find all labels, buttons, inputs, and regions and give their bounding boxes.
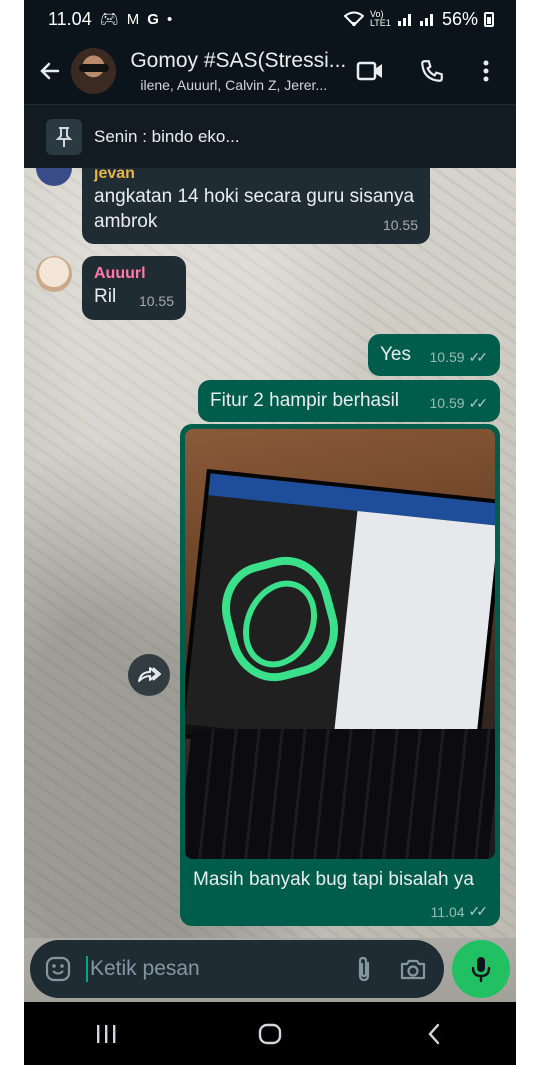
signal-icon-2 (419, 14, 433, 26)
gmail-icon: M (126, 10, 140, 28)
read-receipt-icon: ✓✓ (468, 395, 489, 411)
wifi-icon (343, 11, 364, 27)
message-text: angkatan 14 hoki secara guru sisanya amb… (94, 186, 415, 232)
photo-keyboard (185, 729, 495, 859)
google-icon: G (147, 10, 159, 28)
read-receipt-icon: ✓✓ (468, 903, 489, 919)
group-avatar[interactable] (71, 48, 117, 94)
message-composer (24, 938, 516, 1002)
message-bubble[interactable]: jevan angkatan 14 hoki secara guru sisan… (82, 168, 430, 244)
chat-title: Gomoy #SAS(Stressi... (130, 49, 347, 72)
chat-header: Gomoy #SAS(Stressi... ilene, Auuurl, Cal… (24, 38, 516, 104)
more-vert-icon[interactable] (476, 53, 496, 89)
status-bar: 11.04 🎮︎ M G • Vo) LTE1 56% (24, 0, 516, 38)
arrow-left-icon[interactable] (30, 51, 69, 91)
message-bubble[interactable]: Yes 10.59 ✓✓ (368, 334, 500, 376)
back-nav-icon[interactable] (404, 1009, 464, 1059)
message-sender[interactable]: Auuurl (94, 264, 174, 284)
forward-icon[interactable] (128, 654, 170, 696)
pinned-message-bar[interactable]: Senin : bindo eko... (24, 104, 516, 168)
mic-icon[interactable] (452, 940, 510, 998)
volte-label: Vo) LTE1 (369, 9, 391, 28)
message-time: 10.55 (382, 217, 418, 233)
chat-participants: ilene, Auuurl, Calvin Z, Jerer... (140, 77, 328, 93)
home-icon[interactable] (240, 1009, 300, 1059)
phone-icon[interactable] (414, 53, 450, 89)
emoji-icon[interactable] (44, 955, 72, 983)
gamepad-icon: 🎮︎ (99, 11, 119, 28)
message-photo[interactable] (185, 429, 495, 859)
message-bubble[interactable]: Auuurl Ril 10.55 (82, 256, 186, 320)
read-receipt-icon: ✓✓ (468, 349, 489, 365)
message-bubble[interactable]: Fitur 2 hampir berhasil 10.59 ✓✓ (198, 380, 500, 422)
status-time: 11.04 (48, 8, 92, 29)
video-call-icon[interactable] (352, 53, 388, 89)
sender-avatar-auuurl[interactable] (36, 256, 72, 292)
message-time: 10.59 (429, 349, 465, 365)
phone-screen: 11.04 🎮︎ M G • Vo) LTE1 56% Gomoy #SAS(S… (24, 0, 516, 1065)
image-message[interactable]: Masih banyak bug tapi bisalah ya 11.04 ✓… (180, 424, 500, 926)
text-cursor (86, 956, 88, 982)
message-input-pill[interactable] (30, 940, 444, 998)
recent-apps-icon[interactable] (76, 1009, 136, 1059)
camera-icon[interactable] (398, 955, 428, 983)
chat-area[interactable]: jevan angkatan 14 hoki secara guru sisan… (24, 168, 516, 938)
pinned-message-text: Senin : bindo eko... (94, 126, 240, 146)
message-time: 10.59 (429, 395, 465, 411)
sender-avatar-jevan[interactable] (36, 168, 72, 186)
notification-dot-icon: • (166, 10, 173, 28)
message-time: 10.55 (138, 293, 174, 309)
paperclip-icon[interactable] (350, 955, 378, 983)
signal-icon (397, 14, 411, 26)
message-input[interactable] (90, 957, 320, 981)
chat-title-area[interactable]: Gomoy #SAS(Stressi... ilene, Auuurl, Cal… (130, 49, 352, 93)
battery-icon (484, 11, 494, 27)
message-sender[interactable]: jevan (94, 168, 418, 184)
image-caption: Masih banyak bug tapi bisalah ya (193, 869, 474, 890)
pin-icon (46, 118, 82, 155)
system-nav-bar (24, 1002, 516, 1065)
message-time: 11.04 (430, 903, 465, 920)
battery-percent: 56% (441, 8, 478, 29)
